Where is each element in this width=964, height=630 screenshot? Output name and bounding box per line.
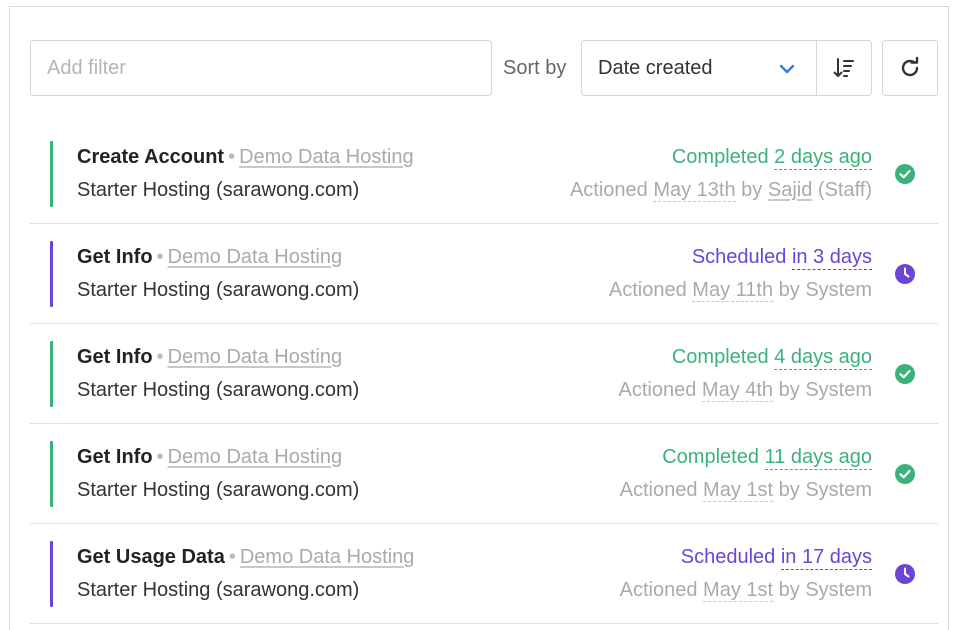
status-when[interactable]: in 3 days (791, 246, 872, 270)
sort-select[interactable]: Date created (582, 41, 817, 95)
action-name: Get Info (77, 346, 153, 368)
actioned-by: System (805, 379, 872, 401)
actioned-by-prefix: by (778, 479, 800, 501)
status-text: Completed 2 days ago (671, 146, 872, 170)
chevron-down-icon (779, 64, 795, 74)
status-text: Scheduled in 17 days (680, 546, 872, 570)
actions-panel: Sort by Date created (9, 6, 949, 630)
actioned-by-link[interactable]: Sajid (768, 179, 812, 201)
actioned-by: System (805, 479, 872, 501)
actioned-date[interactable]: May 1st (703, 479, 774, 502)
refresh-icon (901, 56, 919, 77)
sort-control: Date created (581, 40, 872, 96)
check-circle-icon (895, 164, 915, 184)
status-word: Completed (671, 146, 769, 168)
actioned-prefix: Actioned (569, 179, 648, 201)
status-text: Completed 11 days ago (662, 446, 872, 470)
status-when[interactable]: 4 days ago (774, 346, 872, 370)
sort-label: Sort by (503, 57, 567, 79)
status-bar (50, 141, 53, 207)
action-name: Get Info (77, 446, 153, 468)
actioned-date[interactable]: May 1st (703, 579, 774, 602)
action-name: Get Info (77, 246, 153, 268)
service-name: Starter Hosting (sarawong.com) (77, 579, 360, 601)
actioned-by: System (805, 279, 872, 301)
separator-dot: • (156, 346, 164, 368)
status-word: Completed (662, 446, 759, 468)
item-title: Create Account • Demo Data Hosting (77, 146, 414, 169)
status-word: Completed (671, 346, 769, 368)
status-word: Scheduled (680, 546, 776, 568)
list-item: Get Info • Demo Data Hosting Starter Hosti… (30, 224, 938, 324)
check-circle-icon (895, 464, 915, 484)
actioned-by-prefix: by (778, 379, 800, 401)
actioned-prefix: Actioned (619, 579, 698, 601)
source-link[interactable]: Demo Data Hosting (168, 346, 343, 368)
actioned-text: Actioned May 11th by System (609, 279, 872, 302)
actioned-prefix: Actioned (608, 279, 687, 301)
source-link[interactable]: Demo Data Hosting (168, 246, 343, 268)
sort-descending-icon (833, 58, 854, 77)
status-bar (50, 241, 53, 307)
actioned-text: Actioned May 13th by Sajid (Staff) (570, 179, 872, 202)
check-circle-icon (895, 364, 915, 384)
actions-list: Create Account • Demo Data Hosting Starter… (30, 124, 938, 624)
status-bar (50, 441, 53, 507)
clock-icon (895, 264, 915, 284)
source-link[interactable]: Demo Data Hosting (168, 446, 343, 468)
actioned-by-prefix: by (741, 179, 763, 201)
separator-dot: • (228, 146, 236, 168)
list-item: Get Info • Demo Data Hosting Starter Hosti… (30, 324, 938, 424)
service-name: Starter Hosting (sarawong.com) (77, 179, 360, 201)
action-name: Get Usage Data (77, 546, 225, 568)
service-name: Starter Hosting (sarawong.com) (77, 279, 360, 301)
actioned-role: (Staff) (817, 179, 872, 201)
actioned-prefix: Actioned (618, 379, 697, 401)
list-item: Create Account • Demo Data Hosting Starter… (30, 124, 938, 224)
separator-dot: • (156, 446, 164, 468)
item-title: Get Info • Demo Data Hosting (77, 246, 342, 269)
separator-dot: • (228, 546, 236, 568)
status-bar (50, 541, 53, 607)
actioned-prefix: Actioned (619, 479, 698, 501)
status-when[interactable]: in 17 days (780, 546, 872, 570)
toolbar: Sort by Date created (30, 40, 938, 96)
source-link[interactable]: Demo Data Hosting (239, 146, 414, 168)
actioned-date[interactable]: May 4th (701, 379, 774, 402)
clock-icon (895, 564, 915, 584)
filter-input[interactable] (30, 40, 492, 96)
separator-dot: • (156, 246, 164, 268)
list-item: Get Info • Demo Data Hosting Starter Hosti… (30, 424, 938, 524)
sort-direction-button[interactable] (817, 41, 871, 95)
refresh-button[interactable] (882, 40, 938, 96)
status-when[interactable]: 2 days ago (774, 146, 872, 170)
actioned-date[interactable]: May 13th (653, 179, 736, 202)
status-when[interactable]: 11 days ago (764, 446, 872, 470)
status-bar (50, 341, 53, 407)
actioned-text: Actioned May 1st by System (620, 579, 872, 602)
actioned-date[interactable]: May 11th (692, 279, 774, 302)
status-text: Completed 4 days ago (671, 346, 872, 370)
actioned-by: System (805, 579, 872, 601)
actioned-by-prefix: by (778, 279, 800, 301)
service-name: Starter Hosting (sarawong.com) (77, 379, 360, 401)
service-name: Starter Hosting (sarawong.com) (77, 479, 360, 501)
action-name: Create Account (77, 146, 225, 168)
status-text: Scheduled in 3 days (691, 246, 872, 270)
item-title: Get Usage Data • Demo Data Hosting (77, 546, 414, 569)
status-word: Scheduled (691, 246, 787, 268)
actioned-by-prefix: by (778, 579, 800, 601)
item-title: Get Info • Demo Data Hosting (77, 346, 342, 369)
actioned-text: Actioned May 1st by System (620, 479, 872, 502)
sort-select-value: Date created (598, 56, 713, 79)
list-item: Get Usage Data • Demo Data Hosting Starter… (30, 524, 938, 624)
source-link[interactable]: Demo Data Hosting (240, 546, 415, 568)
actioned-text: Actioned May 4th by System (618, 379, 872, 402)
item-title: Get Info • Demo Data Hosting (77, 446, 342, 469)
